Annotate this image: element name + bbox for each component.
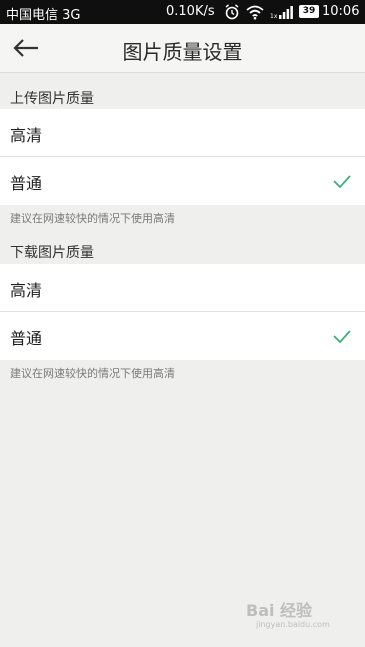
option-label: 高清 [10, 281, 43, 300]
battery-indicator: 39 [299, 5, 319, 18]
upload-option-hd[interactable]: 高清 [0, 109, 365, 157]
check-icon [333, 330, 351, 344]
status-bar: 中国电信 3G 0.10K/s 1x 39 10:06 [0, 0, 365, 24]
upload-hint: 建议在网速较快的情况下使用高清 [10, 212, 175, 225]
svg-text:1x: 1x [270, 13, 278, 19]
clock: 10:06 [322, 4, 360, 19]
watermark-url: jingyan.baidu.com [256, 620, 330, 629]
option-label: 普通 [10, 174, 43, 193]
upload-option-normal[interactable]: 普通 [0, 157, 365, 205]
check-icon [333, 175, 351, 189]
download-section-label: 下载图片质量 [10, 245, 94, 261]
option-label: 普通 [10, 329, 43, 348]
download-option-hd[interactable]: 高清 [0, 264, 365, 312]
signal-icon: 1x [270, 6, 293, 19]
carrier-label: 中国电信 3G [6, 8, 81, 23]
option-label: 高清 [10, 126, 43, 145]
watermark-text: Bai 经验 [246, 601, 313, 620]
download-option-normal[interactable]: 普通 [0, 312, 365, 360]
download-hint: 建议在网速较快的情况下使用高清 [10, 367, 175, 380]
upload-section-label: 上传图片质量 [10, 91, 94, 107]
page-title: 图片质量设置 [122, 40, 243, 64]
alarm-icon [225, 4, 239, 20]
network-speed: 0.10K/s [166, 4, 215, 19]
header-bar: 图片质量设置 [0, 24, 365, 73]
wifi-icon [246, 5, 264, 20]
baidu-jingyan-watermark: Bai 经验 jingyan.baidu.com [246, 594, 354, 629]
